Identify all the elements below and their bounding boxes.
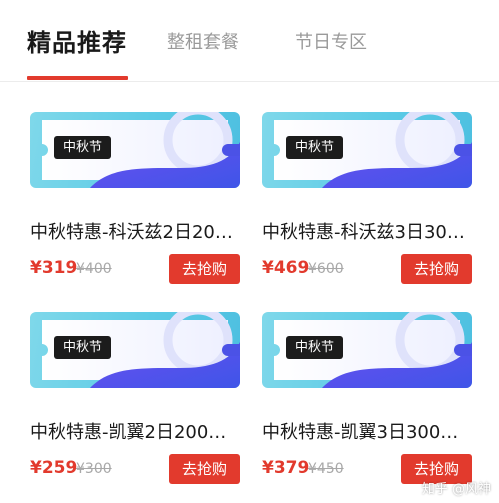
product-title[interactable]: 中秋特惠-凯翼3日300… <box>262 420 472 446</box>
coupon-banner: 中秋节 <box>30 312 240 388</box>
coupon-banner: 中秋节 <box>30 112 240 188</box>
original-price: ¥400 <box>76 261 112 277</box>
product-title[interactable]: 中秋特惠-科沃兹2日20… <box>30 220 240 246</box>
price-row: ¥469 ¥600 去抢购 <box>262 254 472 284</box>
original-price: ¥300 <box>76 461 112 477</box>
product-card[interactable]: 中秋节 中秋特惠-科沃兹3日30… ¥469 ¥600 去抢购 <box>262 112 472 302</box>
holiday-badge: 中秋节 <box>54 336 112 359</box>
product-card[interactable]: 中秋节 中秋特惠-凯翼2日200… ¥259 ¥300 去抢购 <box>30 312 240 502</box>
sale-price: ¥319 <box>30 258 78 278</box>
holiday-badge: 中秋节 <box>54 136 112 159</box>
active-tab-indicator <box>27 76 128 80</box>
buy-now-button[interactable]: 去抢购 <box>169 454 240 484</box>
price-row: ¥319 ¥400 去抢购 <box>30 254 240 284</box>
tab-recommended[interactable]: 精品推荐 <box>27 26 127 60</box>
sale-price: ¥259 <box>30 458 78 478</box>
product-card[interactable]: 中秋节 中秋特惠-科沃兹2日20… ¥319 ¥400 去抢购 <box>30 112 240 302</box>
price-row: ¥259 ¥300 去抢购 <box>30 454 240 484</box>
product-title[interactable]: 中秋特惠-科沃兹3日30… <box>262 220 472 246</box>
buy-now-button[interactable]: 去抢购 <box>169 254 240 284</box>
tab-rental-packages[interactable]: 整租套餐 <box>167 26 239 60</box>
original-price: ¥450 <box>308 461 344 477</box>
sale-price: ¥379 <box>262 458 310 478</box>
coupon-banner: 中秋节 <box>262 312 472 388</box>
watermark: 知乎 @风神 <box>421 482 491 497</box>
sale-price: ¥469 <box>262 258 310 278</box>
buy-now-button[interactable]: 去抢购 <box>401 254 472 284</box>
holiday-badge: 中秋节 <box>286 336 344 359</box>
original-price: ¥600 <box>308 261 344 277</box>
product-title[interactable]: 中秋特惠-凯翼2日200… <box>30 420 240 446</box>
category-tabs: 精品推荐 整租套餐 节日专区 <box>0 0 499 82</box>
coupon-banner: 中秋节 <box>262 112 472 188</box>
tab-holiday-zone[interactable]: 节日专区 <box>295 26 367 60</box>
holiday-badge: 中秋节 <box>286 136 344 159</box>
product-card[interactable]: 中秋节 中秋特惠-凯翼3日300… ¥379 ¥450 去抢购 <box>262 312 472 502</box>
